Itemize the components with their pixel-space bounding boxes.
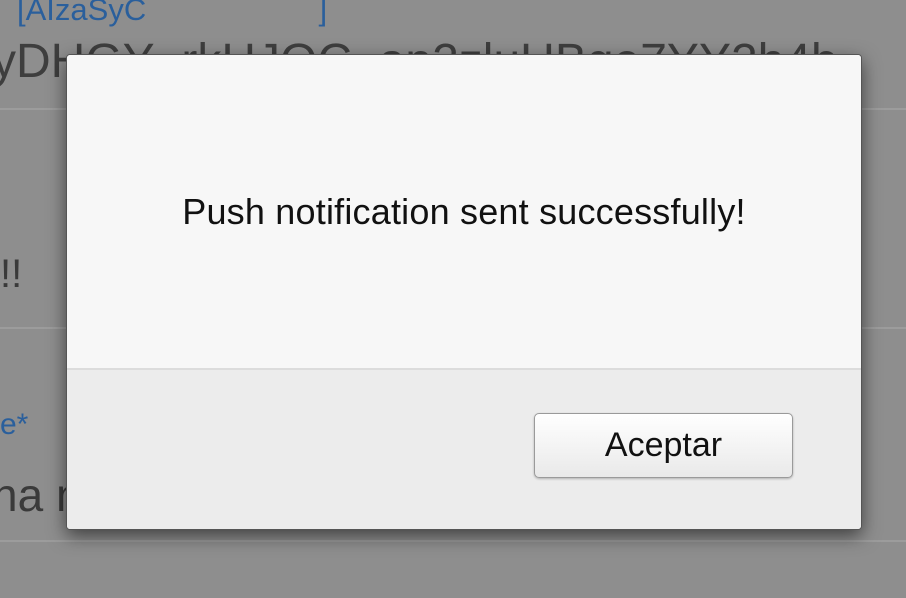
message-field-label: e*	[0, 408, 29, 441]
title-fragment: !!	[0, 252, 23, 296]
divider	[0, 540, 906, 542]
dialog-footer: Aceptar	[67, 368, 861, 529]
page: [AIzaSyC ] yDHGY_rkHJOC_ap2zluUBge7YY2h4…	[0, 0, 906, 598]
alert-dialog: Push notification sent successfully! Ace…	[66, 54, 862, 530]
api-key-link[interactable]: [AIzaSyC ]	[17, 0, 327, 28]
accept-button[interactable]: Aceptar	[534, 413, 793, 478]
dialog-body: Push notification sent successfully!	[67, 55, 861, 368]
dialog-message: Push notification sent successfully!	[182, 191, 746, 232]
